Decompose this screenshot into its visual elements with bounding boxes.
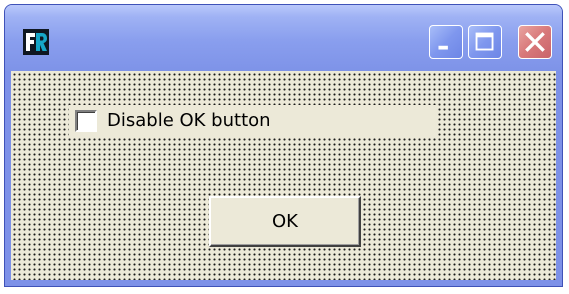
minimize-button[interactable] [429,25,463,59]
disable-ok-checkbox[interactable] [75,110,97,132]
app-icon [23,29,49,55]
ok-button[interactable]: OK [209,196,361,247]
close-icon [525,32,545,52]
dialog-client-area: Disable OK button OK [11,71,556,280]
title-bar[interactable] [5,5,562,71]
minimize-icon [438,45,448,50]
maximize-button[interactable] [468,25,502,59]
disable-ok-checkbox-row[interactable]: Disable OK button [69,105,436,137]
maximize-icon [475,32,494,51]
close-button[interactable] [518,25,552,59]
disable-ok-checkbox-label[interactable]: Disable OK button [107,110,271,132]
dialog-window: Disable OK button OK [4,4,563,287]
